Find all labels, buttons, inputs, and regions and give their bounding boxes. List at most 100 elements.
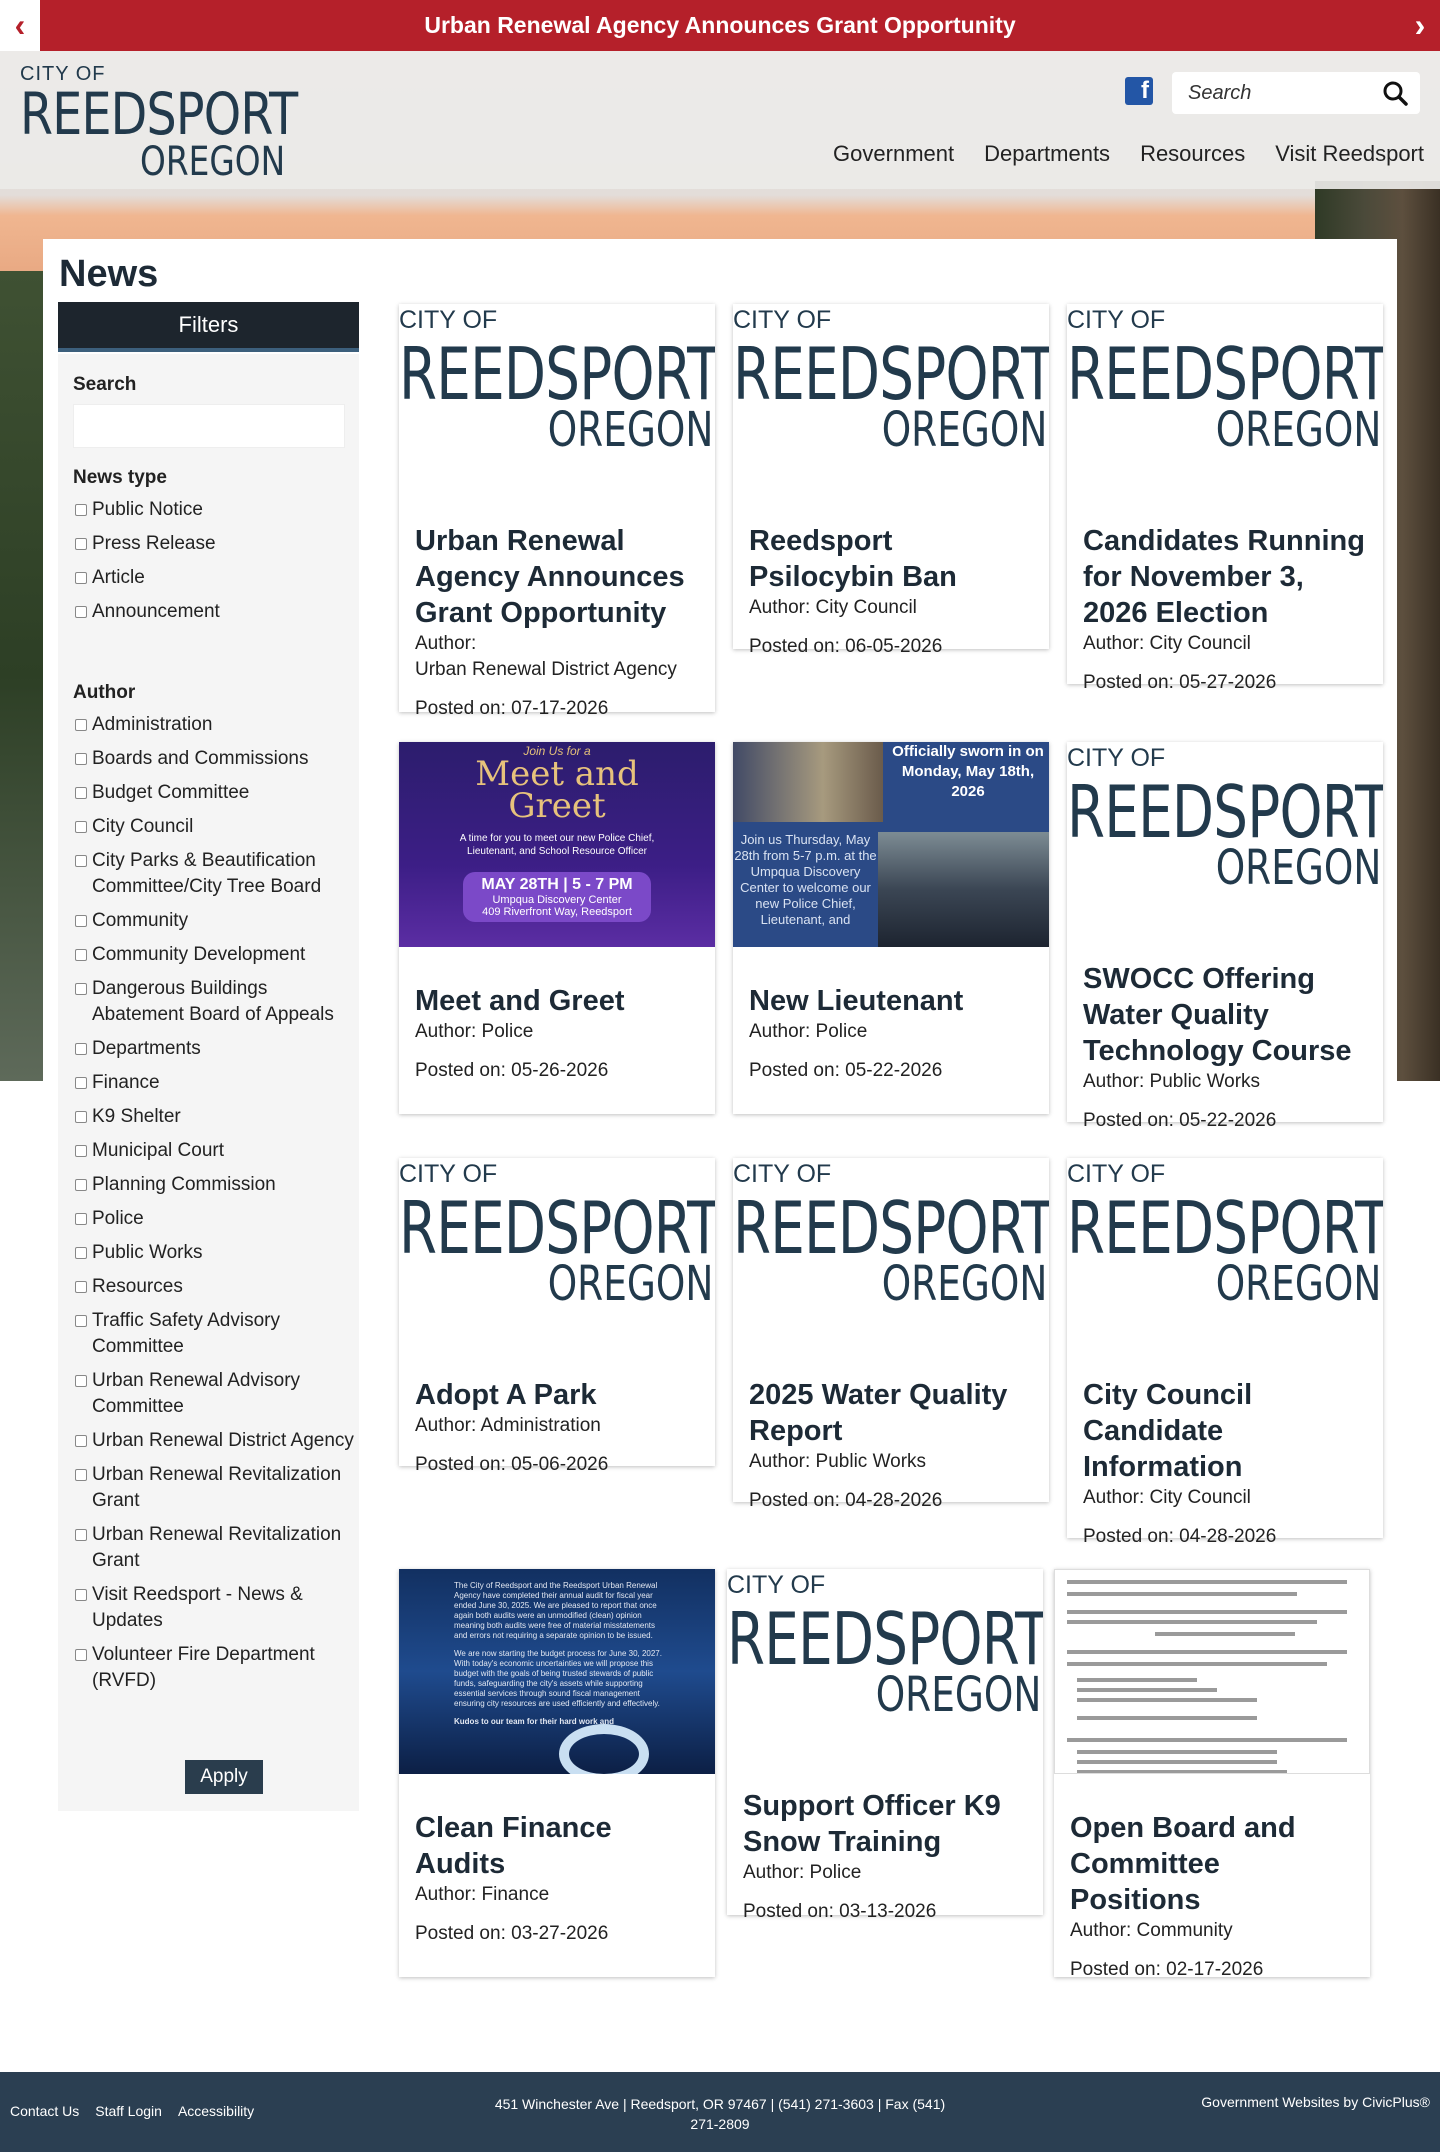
news-card[interactable]: Officially sworn in on Monday, May 18th,… — [733, 742, 1049, 1114]
checkbox[interactable] — [75, 1077, 87, 1089]
news-card[interactable]: CITY OF REEDSPORT OREGON City Council Ca… — [1067, 1158, 1383, 1547]
alert-link[interactable]: Urban Renewal Agency Announces Grant Opp… — [424, 12, 1015, 39]
checkbox[interactable] — [75, 1281, 87, 1293]
author-option[interactable]: Traffic Safety Advisory Committee — [75, 1308, 355, 1360]
news-type-option[interactable]: Press Release — [75, 531, 355, 557]
checkbox[interactable] — [75, 1179, 87, 1191]
checkbox[interactable] — [75, 1315, 87, 1327]
news-type-option[interactable]: Public Notice — [75, 497, 355, 523]
card-title[interactable]: Adopt A Park — [415, 1377, 699, 1413]
author-option[interactable]: Volunteer Fire Department (RVFD) — [75, 1642, 355, 1694]
apply-button[interactable]: Apply — [185, 1760, 263, 1794]
filter-search-input[interactable] — [73, 404, 345, 448]
card-title[interactable]: Candidates Running for November 3, 2026 … — [1083, 523, 1367, 631]
news-card[interactable]: The City of Reedsport and the Reedsport … — [399, 1569, 715, 1977]
checkbox[interactable] — [75, 1213, 87, 1225]
footer-accessibility-link[interactable]: Accessibility — [178, 2103, 254, 2119]
alert-prev-button[interactable]: ‹ — [0, 0, 40, 51]
search-icon[interactable] — [1382, 80, 1408, 106]
author-option[interactable]: Municipal Court — [75, 1138, 355, 1164]
checkbox[interactable] — [75, 1435, 87, 1447]
news-card[interactable]: CITY OF REEDSPORT OREGON Reedsport Psilo… — [733, 304, 1049, 657]
nav-government[interactable]: Government — [833, 141, 954, 167]
card-title[interactable]: Reedsport Psilocybin Ban — [749, 523, 1033, 595]
checkbox[interactable] — [75, 787, 87, 799]
checkbox[interactable] — [75, 572, 87, 584]
card-title[interactable]: New Lieutenant — [749, 983, 1033, 1019]
author-option[interactable]: Planning Commission — [75, 1172, 355, 1198]
author-option[interactable]: Urban Renewal District Agency — [75, 1428, 355, 1454]
author-option[interactable]: Dangerous Buildings Abatement Board of A… — [75, 976, 355, 1028]
checkbox[interactable] — [75, 1111, 87, 1123]
alert-next-button[interactable]: › — [1400, 0, 1440, 51]
checkbox[interactable] — [75, 821, 87, 833]
card-date: Posted on: 05-26-2026 — [415, 1060, 609, 1081]
checkbox[interactable] — [75, 1469, 87, 1481]
card-title[interactable]: Urban Renewal Agency Announces Grant Opp… — [415, 523, 699, 631]
checkbox[interactable] — [75, 1145, 87, 1157]
checkbox[interactable] — [75, 504, 87, 516]
news-card[interactable]: Open Board and Committee Positions Autho… — [1054, 1569, 1370, 1980]
author-option[interactable]: Budget Committee — [75, 780, 355, 806]
checkbox[interactable] — [75, 1247, 87, 1259]
card-title[interactable]: Open Board and Committee Positions — [1070, 1810, 1354, 1918]
facebook-icon[interactable]: f — [1125, 77, 1153, 105]
checkbox[interactable] — [75, 915, 87, 927]
checkbox[interactable] — [75, 1375, 87, 1387]
author-option[interactable]: K9 Shelter — [75, 1104, 355, 1130]
card-title[interactable]: City Council Candidate Information — [1083, 1377, 1367, 1485]
nav-resources[interactable]: Resources — [1140, 141, 1245, 167]
news-card[interactable]: CITY OF REEDSPORT OREGON Urban Renewal A… — [399, 304, 715, 719]
author-option[interactable]: Visit Reedsport - News & Updates — [75, 1582, 355, 1634]
card-title[interactable]: SWOCC Offering Water Quality Technology … — [1083, 961, 1367, 1069]
checkbox[interactable] — [75, 538, 87, 550]
author-option[interactable]: City Parks & Beautification Committee/Ci… — [75, 848, 355, 900]
site-search-input[interactable]: Search — [1172, 72, 1420, 114]
news-card[interactable]: CITY OF REEDSPORT OREGON 2025 Water Qual… — [733, 1158, 1049, 1511]
footer-credit-link[interactable]: Government Websites by CivicPlus® — [1201, 2094, 1430, 2110]
footer-staff-login-link[interactable]: Staff Login — [95, 2103, 162, 2119]
checkbox[interactable] — [75, 719, 87, 731]
nav-departments[interactable]: Departments — [984, 141, 1110, 167]
author-option[interactable]: Community — [75, 908, 355, 934]
card-title[interactable]: Meet and Greet — [415, 983, 699, 1019]
author-option[interactable]: Finance — [75, 1070, 355, 1096]
news-type-option[interactable]: Announcement — [75, 599, 355, 625]
checkbox[interactable] — [75, 1529, 87, 1541]
checkbox[interactable] — [75, 855, 87, 867]
author-option[interactable]: Departments — [75, 1036, 355, 1062]
news-card[interactable]: CITY OF REEDSPORT OREGON Adopt A Park Au… — [399, 1158, 715, 1475]
checkbox[interactable] — [75, 1043, 87, 1055]
author-option[interactable]: Resources — [75, 1274, 355, 1300]
card-title[interactable]: Clean Finance Audits — [415, 1810, 699, 1882]
nav-visit-reedsport[interactable]: Visit Reedsport — [1275, 141, 1424, 167]
author-option[interactable]: Police — [75, 1206, 355, 1232]
news-type-option[interactable]: Article — [75, 565, 355, 591]
news-card[interactable]: CITY OF REEDSPORT OREGON SWOCC Offering … — [1067, 742, 1383, 1131]
option-label: Press Release — [92, 533, 216, 554]
author-option[interactable]: Public Works — [75, 1240, 355, 1266]
news-card[interactable]: CITY OF REEDSPORT OREGON Candidates Runn… — [1067, 304, 1383, 693]
checkbox[interactable] — [75, 606, 87, 618]
author-option[interactable]: Boards and Commissions — [75, 746, 355, 772]
author-option[interactable]: Administration — [75, 712, 355, 738]
checkbox[interactable] — [75, 753, 87, 765]
author-option[interactable]: Urban Renewal Revitalization Grant — [75, 1462, 355, 1514]
checkbox[interactable] — [75, 983, 87, 995]
news-card[interactable]: Join Us for a Meet and Greet A time for … — [399, 742, 715, 1114]
card-title[interactable]: Support Officer K9 Snow Training — [743, 1788, 1027, 1860]
author-option[interactable]: Urban Renewal Revitalization Grant — [75, 1522, 355, 1574]
checkbox[interactable] — [75, 1589, 87, 1601]
author-option[interactable]: Urban Renewal Advisory Committee — [75, 1368, 355, 1420]
card-title[interactable]: 2025 Water Quality Report — [749, 1377, 1033, 1449]
card-date: Posted on: 05-22-2026 — [749, 1060, 943, 1081]
checkbox[interactable] — [75, 949, 87, 961]
footer-contact-link[interactable]: Contact Us — [10, 2103, 79, 2119]
author-option[interactable]: City Council — [75, 814, 355, 840]
card-logo-image: CITY OF REEDSPORT OREGON — [399, 304, 715, 509]
author-option[interactable]: Community Development — [75, 942, 355, 968]
news-card[interactable]: CITY OF REEDSPORT OREGON Support Officer… — [727, 1569, 1043, 1922]
checkbox[interactable] — [75, 1649, 87, 1661]
site-logo[interactable]: CITY OF REEDSPORT OREGON — [20, 63, 358, 182]
filters-heading: Filters — [58, 302, 359, 352]
